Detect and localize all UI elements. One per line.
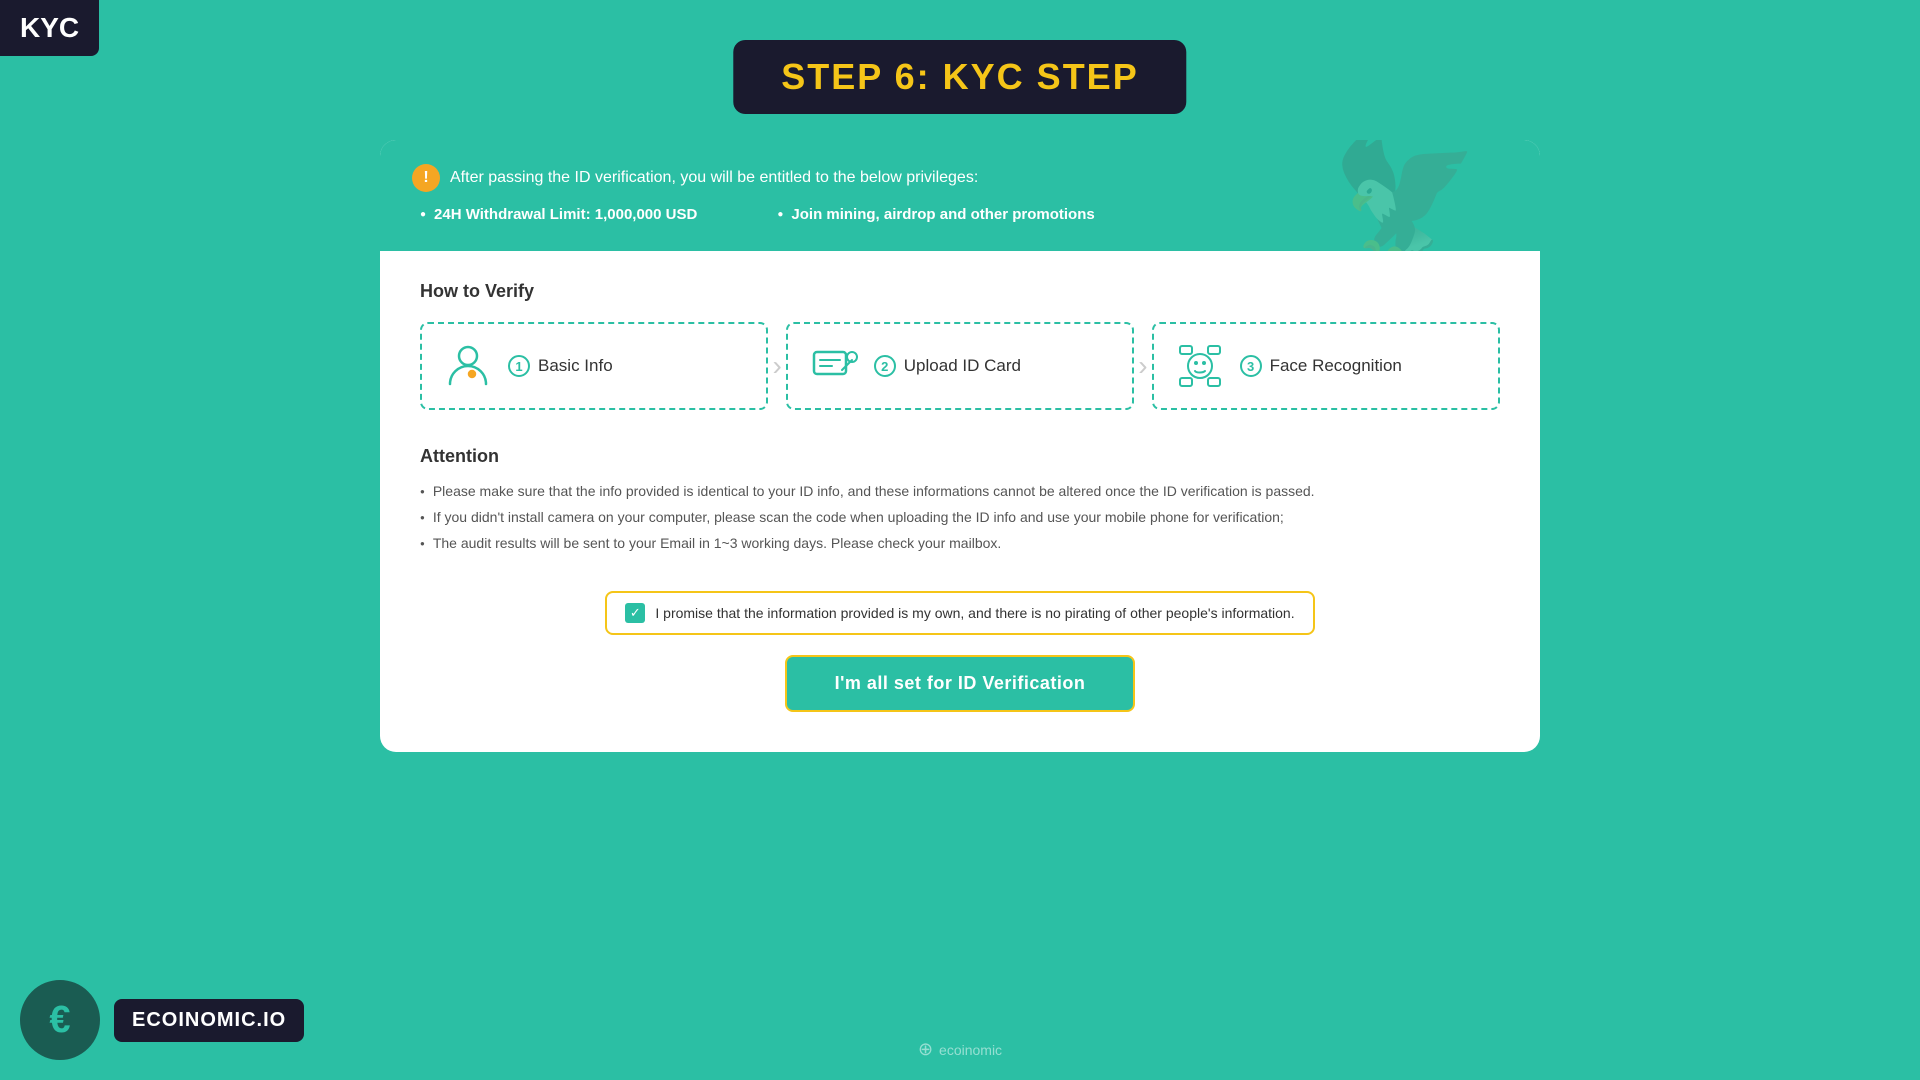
step-box-3: 3 Face Recognition — [1152, 322, 1500, 410]
face-icon — [1174, 340, 1226, 392]
attention-item-2: If you didn't install camera on your com… — [420, 509, 1500, 525]
kyc-badge: KYC — [0, 0, 99, 56]
banner-point-2: Join mining, airdrop and other promotion… — [777, 206, 1094, 223]
promise-checkbox-container[interactable]: ✓ I promise that the information provide… — [605, 591, 1314, 635]
step-2-label: 2 Upload ID Card — [874, 355, 1021, 377]
logo-circle-icon: € — [20, 980, 100, 1060]
banner-point-1: 24H Withdrawal Limit: 1,000,000 USD — [420, 206, 697, 223]
promise-section: ✓ I promise that the information provide… — [420, 591, 1500, 712]
step-title-container: STEP 6: KYC STEP — [733, 40, 1186, 114]
attention-title: Attention — [420, 446, 1500, 467]
banner: 🦅 ! After passing the ID verification, y… — [380, 140, 1540, 251]
banner-bg-decoration: 🦅 — [1331, 140, 1480, 251]
verify-button[interactable]: I'm all set for ID Verification — [785, 655, 1136, 712]
how-to-verify-title: How to Verify — [420, 281, 1500, 302]
person-icon — [442, 340, 494, 392]
step-3-label: 3 Face Recognition — [1240, 355, 1402, 377]
step-1-text: Basic Info — [538, 356, 613, 376]
step-2-text: Upload ID Card — [904, 356, 1021, 376]
bottom-watermark: ⊕ ecoinomic — [918, 1039, 1002, 1060]
promise-text: I promise that the information provided … — [655, 605, 1294, 621]
step-box-2: 2 Upload ID Card — [786, 322, 1134, 410]
main-card: 🦅 ! After passing the ID verification, y… — [380, 140, 1540, 752]
step-1-number: 1 — [508, 355, 530, 377]
info-icon: ! — [412, 164, 440, 192]
step-box-1: 1 Basic Info — [420, 322, 768, 410]
steps-row: 1 Basic Info › 2 — [420, 322, 1500, 410]
bottom-logo: € ECOINOMIC.IO — [20, 980, 304, 1060]
step-2-number: 2 — [874, 355, 896, 377]
arrow-2: › — [1134, 350, 1151, 382]
card-icon — [808, 340, 860, 392]
arrow-1: › — [768, 350, 785, 382]
banner-header-text: After passing the ID verification, you w… — [450, 169, 978, 187]
step-1-label: 1 Basic Info — [508, 355, 613, 377]
promise-checkbox[interactable]: ✓ — [625, 603, 645, 623]
attention-item-3: The audit results will be sent to your E… — [420, 535, 1500, 551]
logo-name: ECOINOMIC.IO — [114, 999, 304, 1042]
step-title: STEP 6: KYC STEP — [781, 56, 1138, 98]
attention-list: Please make sure that the info provided … — [420, 483, 1500, 551]
attention-item-1: Please make sure that the info provided … — [420, 483, 1500, 499]
step-3-text: Face Recognition — [1270, 356, 1402, 376]
content: How to Verify 1 Basic Info › — [380, 251, 1540, 752]
step-3-number: 3 — [1240, 355, 1262, 377]
